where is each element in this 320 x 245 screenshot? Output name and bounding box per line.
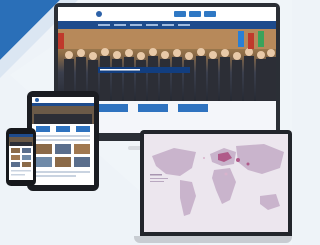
laptop-keyboard-base: [134, 236, 292, 243]
tablet-website-preview: [32, 97, 94, 177]
laptop-screen: [144, 134, 288, 232]
header-button[interactable]: [204, 11, 216, 17]
feature-tile[interactable]: [138, 104, 168, 112]
site-navigation: [58, 21, 276, 29]
laptop-device: [140, 130, 292, 236]
phone-website-preview: [9, 134, 33, 176]
nav-item[interactable]: [178, 24, 190, 26]
site-logo-icon[interactable]: [96, 11, 102, 17]
tablet-screen: [32, 97, 94, 185]
header-button[interactable]: [174, 11, 186, 17]
phone-screen: [9, 134, 33, 180]
nav-item[interactable]: [146, 24, 158, 26]
site-header: [58, 7, 276, 21]
nav-item[interactable]: [162, 24, 174, 26]
feature-tile[interactable]: [178, 104, 208, 112]
nav-item[interactable]: [114, 24, 126, 26]
header-button[interactable]: [189, 11, 201, 17]
feature-tile[interactable]: [98, 104, 128, 112]
world-map: [144, 134, 288, 232]
nav-item[interactable]: [130, 24, 142, 26]
nav-item[interactable]: [98, 24, 110, 26]
phone-device: [6, 128, 36, 186]
tablet-device: [27, 91, 99, 191]
